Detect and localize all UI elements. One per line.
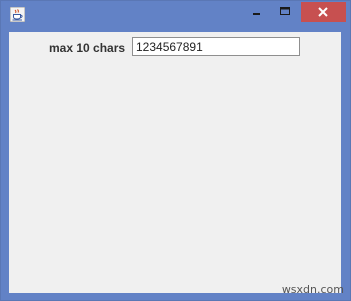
- content-panel: max 10 chars: [9, 32, 341, 293]
- max-chars-label: max 10 chars: [49, 41, 126, 55]
- title-bar[interactable]: [1, 1, 350, 31]
- close-button[interactable]: [301, 2, 346, 22]
- minimize-button[interactable]: [245, 2, 271, 22]
- java-cup-icon[interactable]: [9, 6, 26, 23]
- maximize-button[interactable]: [271, 2, 298, 22]
- watermark: wsxdn.com: [281, 283, 344, 296]
- max-chars-text-field[interactable]: [132, 37, 300, 56]
- app-window: max 10 chars wsxdn.com: [0, 0, 351, 301]
